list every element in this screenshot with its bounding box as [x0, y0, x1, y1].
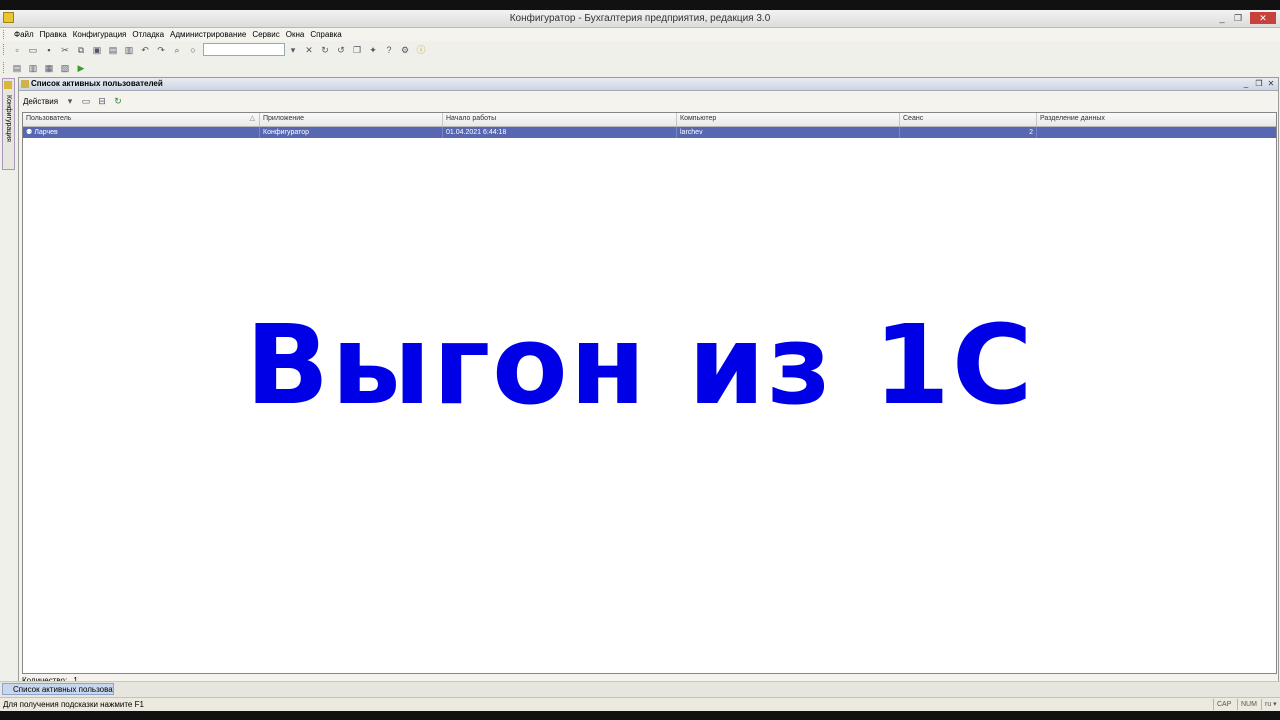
panel-title: Список активных пользователей [31, 79, 163, 88]
find-previous-icon[interactable]: ↺ [335, 44, 347, 56]
column-header-label: Пользователь [26, 115, 72, 122]
cell-start: 01.04.2021 6:44:18 [443, 127, 677, 138]
minimize-button[interactable]: _ [1215, 12, 1229, 24]
close-button[interactable]: ✕ [1250, 12, 1276, 24]
run-debug-icon[interactable]: ▶ [75, 62, 87, 74]
menu-debug[interactable]: Отладка [129, 29, 167, 40]
save-icon[interactable]: ▪ [43, 44, 55, 56]
filter-icon[interactable]: ⊟ [96, 95, 108, 107]
tools-icon[interactable]: ✦ [367, 44, 379, 56]
panel-minimize-button[interactable]: _ [1240, 78, 1252, 89]
print-icon[interactable]: ▤ [107, 44, 119, 56]
refresh-icon[interactable]: ↻ [112, 95, 124, 107]
caps-lock-indicator: CAP [1213, 699, 1239, 710]
panel-close-button[interactable]: ✕ [1265, 78, 1277, 89]
new-file-icon[interactable]: ▫ [11, 44, 23, 56]
paste-icon[interactable]: ▣ [91, 44, 103, 56]
panel-actions-bar: Действия ▾ ▭ ⊟ ↻ [23, 95, 128, 107]
search-icon[interactable]: ○ [187, 44, 199, 56]
sort-ascending-icon: △ [249, 115, 255, 122]
menu-administration[interactable]: Администрирование [167, 29, 249, 40]
menu-file[interactable]: Файл [11, 29, 37, 40]
configuration-icon [4, 81, 12, 89]
column-header-computer[interactable]: Компьютер [677, 113, 900, 126]
toolbar-grip-icon [3, 62, 7, 73]
main-toolbar: ▫ ▭ ▪ ✂ ⧉ ▣ ▤ ▥ ↶ ↷ ⌕ ○ ▾ ✕ ↻ ↺ ❐ ✦ ? ⚙ … [0, 41, 431, 58]
status-hint: Для получения подсказки нажмите F1 [3, 700, 144, 709]
cell-session: 2 [900, 127, 1037, 138]
terminate-session-icon[interactable]: ▭ [80, 95, 92, 107]
menu-configuration[interactable]: Конфигурация [70, 29, 130, 40]
window-list-icon[interactable]: ❐ [351, 44, 363, 56]
clear-search-icon[interactable]: ✕ [303, 44, 315, 56]
user-icon: ⚉ [26, 129, 35, 136]
cell-separation [1037, 127, 1274, 138]
configuration-toolbar: ▤ ▥ ▦ ▧ ▶ [0, 59, 91, 76]
column-header-session[interactable]: Сеанс [900, 113, 1037, 126]
language-indicator[interactable]: ru ▾ [1261, 699, 1280, 710]
column-header-separation[interactable]: Разделение данных [1037, 113, 1274, 126]
actions-dropdown-icon[interactable]: ▾ [64, 95, 76, 107]
find-icon[interactable]: ⌕ [171, 44, 183, 56]
info-icon[interactable]: ⓘ [415, 44, 427, 56]
config-tree-icon[interactable]: ▤ [11, 62, 23, 74]
search-input[interactable] [203, 43, 285, 56]
copy-icon[interactable]: ⧉ [75, 44, 87, 56]
menu-grip-icon [3, 30, 7, 39]
overlay-caption: Выгон из 1С [245, 301, 1035, 429]
column-header-user[interactable]: Пользователь △ [23, 113, 260, 126]
panel-header: Список активных пользователей _ ❐ ✕ [19, 78, 1278, 91]
table-row[interactable]: ⚉ Ларчев Конфигуратор 01.04.2021 6:44:18… [23, 127, 1276, 138]
menu-service[interactable]: Сервис [249, 29, 282, 40]
panel-restore-button[interactable]: ❐ [1253, 78, 1265, 89]
redo-icon[interactable]: ↷ [155, 44, 167, 56]
num-lock-indicator: NUM [1237, 699, 1263, 710]
title-bar: Конфигуратор - Бухгалтерия предприятия, … [0, 10, 1280, 28]
users-list-icon [21, 80, 29, 88]
preview-icon[interactable]: ▥ [123, 44, 135, 56]
menu-bar: Файл Правка Конфигурация Отладка Админис… [0, 28, 1280, 41]
column-header-app[interactable]: Приложение [260, 113, 443, 126]
search-dropdown-icon[interactable]: ▾ [287, 44, 299, 56]
toolbar-grip-icon [3, 44, 7, 55]
open-folder-icon[interactable]: ▭ [27, 44, 39, 56]
undo-icon[interactable]: ↶ [139, 44, 151, 56]
menu-windows[interactable]: Окна [283, 29, 308, 40]
table-header: Пользователь △ Приложение Начало работы … [23, 113, 1276, 127]
window-bar: Список активных пользоват... [0, 681, 1280, 697]
window-title: Конфигуратор - Бухгалтерия предприятия, … [509, 13, 771, 24]
config-compare-icon[interactable]: ▥ [27, 62, 39, 74]
find-next-icon[interactable]: ↻ [319, 44, 331, 56]
menu-edit[interactable]: Правка [37, 29, 70, 40]
window-tab-active-users[interactable]: Список активных пользоват... [2, 683, 114, 695]
database-icon[interactable]: ▦ [43, 62, 55, 74]
restore-button[interactable]: ❐ [1231, 12, 1245, 24]
side-tab-configuration[interactable]: Конфигурация [2, 78, 15, 170]
status-bar: Для получения подсказки нажмите F1 CAP N… [0, 697, 1280, 711]
side-tab-label: Конфигурация [5, 95, 12, 142]
column-header-start[interactable]: Начало работы [443, 113, 677, 126]
cell-user: ⚉ Ларчев [23, 127, 260, 138]
actions-menu-button[interactable]: Действия [23, 97, 58, 106]
cell-app: Конфигуратор [260, 127, 443, 138]
help-icon[interactable]: ? [383, 44, 395, 56]
update-db-icon[interactable]: ▧ [59, 62, 71, 74]
cut-icon[interactable]: ✂ [59, 44, 71, 56]
cell-computer: larchev [677, 127, 900, 138]
user-name: Ларчев [34, 129, 58, 136]
menu-help[interactable]: Справка [307, 29, 344, 40]
settings-icon[interactable]: ⚙ [399, 44, 411, 56]
